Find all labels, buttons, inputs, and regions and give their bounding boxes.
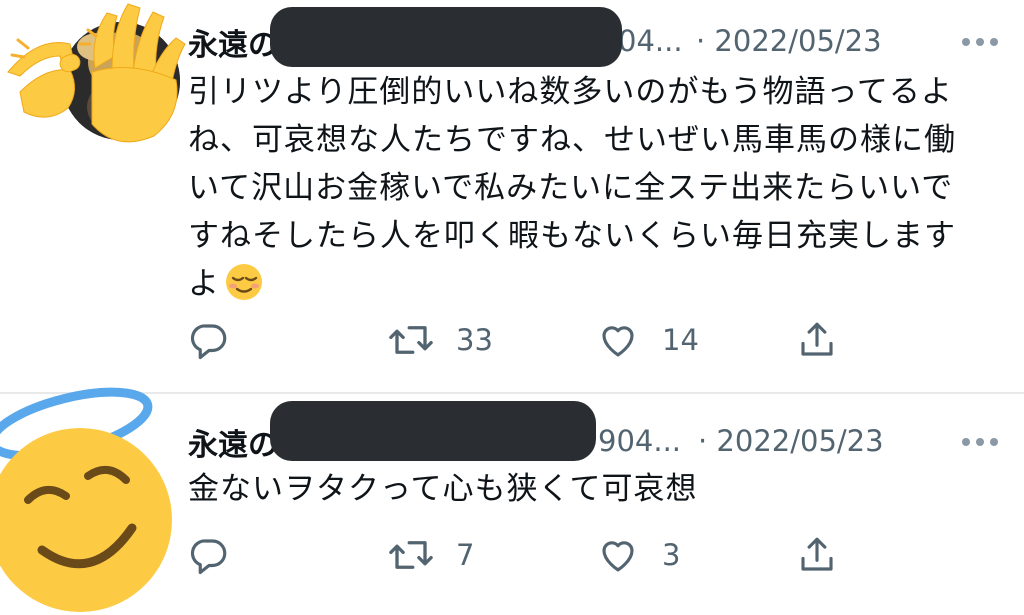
display-name[interactable]: 永遠の bbox=[188, 20, 278, 64]
tweet-header: 永遠の 904... · 2022/05/23 bbox=[188, 401, 1004, 463]
like-button[interactable]: 3 bbox=[596, 533, 680, 577]
tweet-text: 引リツより圧倒的いいね数多いのがもう物語ってるよね、可哀想な人たちですね、せいぜ… bbox=[188, 68, 978, 308]
tweet-header: 永遠の 04... · 2022/05/23 bbox=[188, 7, 1004, 67]
retweet-icon bbox=[389, 541, 433, 569]
reply-icon bbox=[190, 539, 227, 575]
redaction-bar bbox=[270, 7, 622, 67]
relieved-face-icon bbox=[226, 264, 262, 300]
like-button[interactable]: 14 bbox=[596, 318, 699, 362]
tweet-date[interactable]: · 2022/05/23 bbox=[696, 24, 882, 58]
share-icon bbox=[801, 537, 833, 571]
tweet-actions: 33 14 bbox=[188, 318, 848, 362]
tweet-date[interactable]: · 2022/05/23 bbox=[698, 424, 884, 458]
heart-icon bbox=[602, 541, 634, 572]
share-icon bbox=[801, 322, 833, 356]
heart-icon bbox=[602, 326, 634, 357]
handle-fragment[interactable]: 04... bbox=[618, 24, 683, 58]
redaction-bar bbox=[270, 401, 596, 461]
retweet-icon bbox=[389, 326, 433, 354]
like-count: 3 bbox=[662, 538, 681, 572]
retweet-button[interactable]: 7 bbox=[388, 533, 474, 577]
more-dots-icon[interactable] bbox=[960, 36, 1000, 48]
retweet-count: 7 bbox=[456, 538, 475, 572]
display-name[interactable]: 永遠の bbox=[188, 420, 278, 464]
tweet-text-content: 引リツより圧倒的いいね数多いのがもう物語ってるよね、可哀想な人たちですね、せいぜ… bbox=[188, 74, 956, 302]
tweet-actions: 7 3 bbox=[188, 533, 848, 577]
waving-hands-icon bbox=[7, 3, 186, 143]
retweet-count: 33 bbox=[456, 323, 493, 357]
reply-button[interactable] bbox=[188, 318, 230, 362]
reply-icon bbox=[190, 324, 227, 360]
reply-button[interactable] bbox=[188, 533, 230, 577]
retweet-button[interactable]: 33 bbox=[388, 318, 493, 362]
like-count: 14 bbox=[662, 323, 699, 357]
share-button[interactable] bbox=[796, 318, 838, 362]
smiling-face-with-halo-icon[interactable] bbox=[0, 380, 175, 615]
handle-fragment[interactable]: 904... bbox=[598, 424, 681, 458]
share-button[interactable] bbox=[796, 533, 838, 577]
tweet-text: 金ないヲタクって心も狭くて可哀想 bbox=[188, 471, 698, 507]
more-dots-icon[interactable] bbox=[960, 436, 1000, 448]
